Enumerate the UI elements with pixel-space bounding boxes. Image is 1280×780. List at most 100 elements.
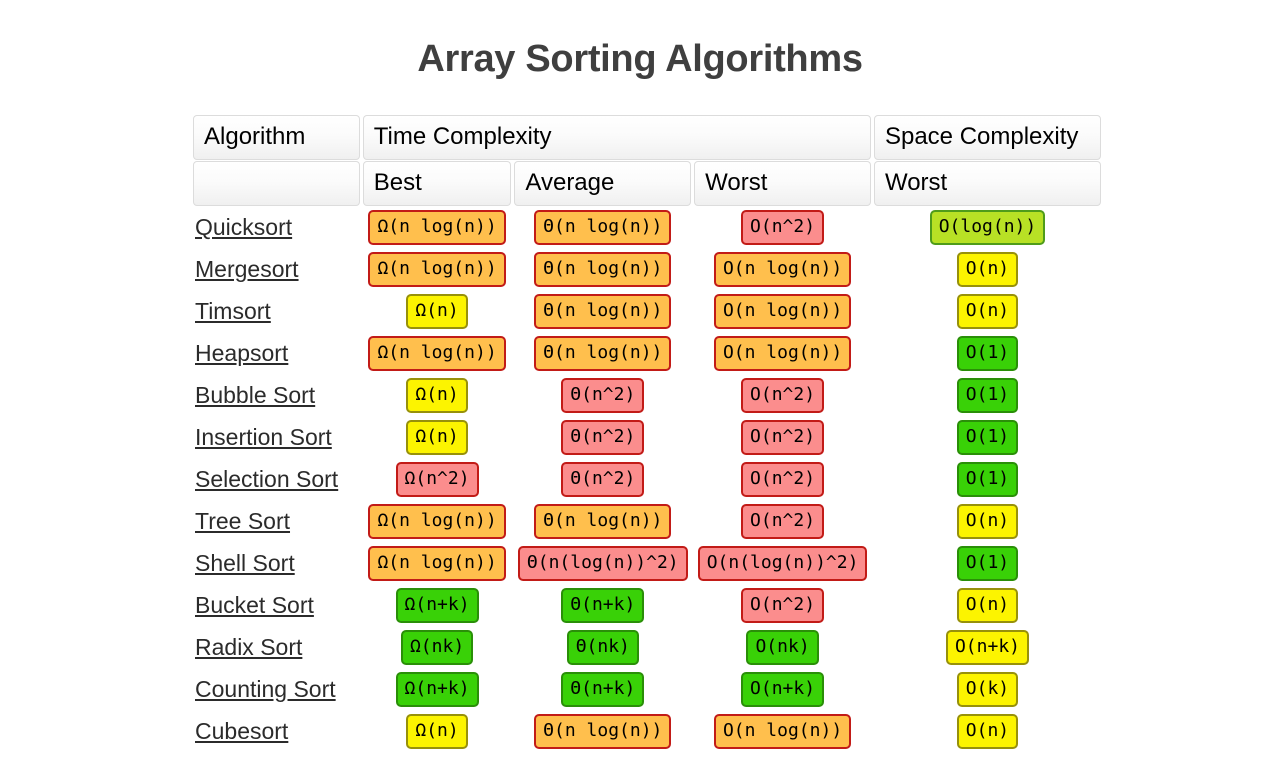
complexity-badge-best-time: Ω(n log(n)) [368, 504, 506, 539]
complexity-badge-best-time: Ω(n^2) [395, 462, 479, 497]
group-header-row: Algorithm Time Complexity Space Complexi… [193, 115, 1101, 160]
complexity-badge-worst-space: O(n) [956, 252, 1019, 287]
algorithm-link[interactable]: Heapsort [195, 340, 288, 366]
best-time-cell: Ω(n) [363, 417, 512, 458]
complexity-badge-worst-time: O(n log(n)) [713, 252, 852, 287]
complexity-badge-best-time: Ω(n log(n)) [368, 546, 506, 581]
header-worst-time: Worst [694, 161, 871, 206]
best-time-cell: Ω(n log(n)) [363, 207, 512, 248]
worst-time-cell: O(n(log(n))^2) [694, 543, 871, 584]
complexity-badge-worst-space: O(n) [956, 504, 1019, 539]
best-time-cell: Ω(nk) [363, 627, 512, 668]
complexity-badge-average-time: Θ(n log(n)) [534, 504, 672, 539]
algorithm-link[interactable]: Tree Sort [195, 508, 290, 534]
complexity-badge-average-time: Θ(n+k) [561, 588, 645, 623]
complexity-badge-best-time: Ω(n) [406, 420, 468, 455]
complexity-badge-worst-time: O(nk) [746, 630, 819, 665]
best-time-cell: Ω(n+k) [363, 585, 512, 626]
average-time-cell: Θ(n^2) [514, 459, 691, 500]
average-time-cell: Θ(n^2) [514, 375, 691, 416]
page-root: Array Sorting Algorithms Algorithm Time … [0, 0, 1280, 780]
complexity-badge-worst-time: O(n^2) [741, 420, 825, 455]
algorithm-link[interactable]: Mergesort [195, 256, 299, 282]
average-time-cell: Θ(n^2) [514, 417, 691, 458]
algorithm-link[interactable]: Shell Sort [195, 550, 295, 576]
algorithm-link[interactable]: Radix Sort [195, 634, 302, 660]
average-time-cell: Θ(n log(n)) [514, 207, 691, 248]
complexity-badge-average-time: Θ(nk) [566, 630, 639, 665]
complexity-badge-best-time: Ω(n log(n)) [368, 210, 506, 245]
algorithm-cell: Shell Sort [193, 543, 360, 584]
average-time-cell: Θ(n log(n)) [514, 501, 691, 542]
average-time-cell: Θ(nk) [514, 627, 691, 668]
worst-time-cell: O(n^2) [694, 375, 871, 416]
sorting-complexity-table-wrapper: Algorithm Time Complexity Space Complexi… [190, 114, 1104, 753]
worst-space-cell: O(n) [874, 711, 1101, 752]
table-row: Bucket Sort Ω(n+k) Θ(n+k) O(n^2) O(n) [193, 585, 1101, 626]
algorithm-link[interactable]: Insertion Sort [195, 424, 332, 450]
worst-time-cell: O(n^2) [694, 585, 871, 626]
table-head: Algorithm Time Complexity Space Complexi… [193, 115, 1101, 206]
worst-space-cell: O(1) [874, 459, 1101, 500]
header-time-complexity: Time Complexity [362, 115, 871, 160]
complexity-badge-worst-time: O(n+k) [741, 672, 825, 707]
algorithm-cell: Tree Sort [193, 501, 360, 542]
page-title: Array Sorting Algorithms [417, 38, 863, 80]
algorithm-link[interactable]: Selection Sort [195, 466, 338, 492]
complexity-badge-worst-time: O(n(log(n))^2) [697, 546, 868, 581]
table-row: Bubble Sort Ω(n) Θ(n^2) O(n^2) O(1) [193, 375, 1101, 416]
algorithm-cell: Bubble Sort [193, 375, 360, 416]
header-algorithm: Algorithm [193, 115, 360, 160]
algorithm-cell: Cubesort [193, 711, 360, 752]
worst-space-cell: O(1) [874, 333, 1101, 374]
complexity-badge-worst-space: O(1) [956, 378, 1019, 413]
complexity-badge-average-time: Θ(n(log(n))^2) [517, 546, 688, 581]
complexity-badge-average-time: Θ(n log(n)) [534, 294, 672, 329]
complexity-badge-worst-time: O(n log(n)) [713, 336, 852, 371]
worst-time-cell: O(n log(n)) [694, 711, 871, 752]
algorithm-cell: Heapsort [193, 333, 360, 374]
worst-space-cell: O(1) [874, 543, 1101, 584]
worst-space-cell: O(k) [874, 669, 1101, 710]
worst-time-cell: O(n^2) [694, 417, 871, 458]
worst-time-cell: O(n+k) [694, 669, 871, 710]
complexity-badge-best-time: Ω(n) [406, 714, 468, 749]
complexity-badge-average-time: Θ(n^2) [561, 462, 645, 497]
algorithm-link[interactable]: Timsort [195, 298, 271, 324]
average-time-cell: Θ(n log(n)) [514, 249, 691, 290]
complexity-badge-best-time: Ω(n log(n)) [368, 336, 506, 371]
complexity-badge-worst-space: O(n) [956, 714, 1019, 749]
complexity-badge-worst-time: O(n^2) [741, 504, 825, 539]
worst-space-cell: O(1) [874, 375, 1101, 416]
worst-time-cell: O(n log(n)) [694, 333, 871, 374]
complexity-badge-best-time: Ω(nk) [400, 630, 474, 665]
average-time-cell: Θ(n+k) [514, 585, 691, 626]
header-worst-space: Worst [873, 161, 1101, 206]
algorithm-link[interactable]: Counting Sort [195, 676, 336, 702]
sub-header-row: Best Average Worst Worst [193, 161, 1101, 206]
worst-space-cell: O(1) [874, 417, 1101, 458]
complexity-badge-average-time: Θ(n log(n)) [534, 714, 672, 749]
complexity-badge-worst-space: O(n+k) [945, 630, 1029, 665]
algorithm-link[interactable]: Bucket Sort [195, 592, 314, 618]
algorithm-cell: Timsort [193, 291, 360, 332]
algorithm-link[interactable]: Cubesort [195, 718, 288, 744]
table-row: Selection Sort Ω(n^2) Θ(n^2) O(n^2) O(1) [193, 459, 1101, 500]
complexity-badge-average-time: Θ(n log(n)) [534, 336, 672, 371]
average-time-cell: Θ(n log(n)) [514, 291, 691, 332]
best-time-cell: Ω(n log(n)) [363, 501, 512, 542]
table-row: Heapsort Ω(n log(n)) Θ(n log(n)) O(n log(n)… [193, 333, 1101, 374]
complexity-badge-worst-space: O(n) [956, 588, 1019, 623]
worst-time-cell: O(n^2) [694, 501, 871, 542]
algorithm-link[interactable]: Bubble Sort [195, 382, 315, 408]
algorithm-cell: Quicksort [193, 207, 360, 248]
table-row: Tree Sort Ω(n log(n)) Θ(n log(n)) O(n^2) O(n… [193, 501, 1101, 542]
complexity-badge-worst-space: O(1) [956, 462, 1019, 497]
average-time-cell: Θ(n log(n)) [514, 333, 691, 374]
best-time-cell: Ω(n log(n)) [363, 249, 512, 290]
algorithm-cell: Selection Sort [193, 459, 360, 500]
worst-space-cell: O(n) [874, 291, 1101, 332]
complexity-badge-average-time: Θ(n^2) [561, 420, 645, 455]
best-time-cell: Ω(n^2) [363, 459, 512, 500]
algorithm-link[interactable]: Quicksort [195, 214, 292, 240]
